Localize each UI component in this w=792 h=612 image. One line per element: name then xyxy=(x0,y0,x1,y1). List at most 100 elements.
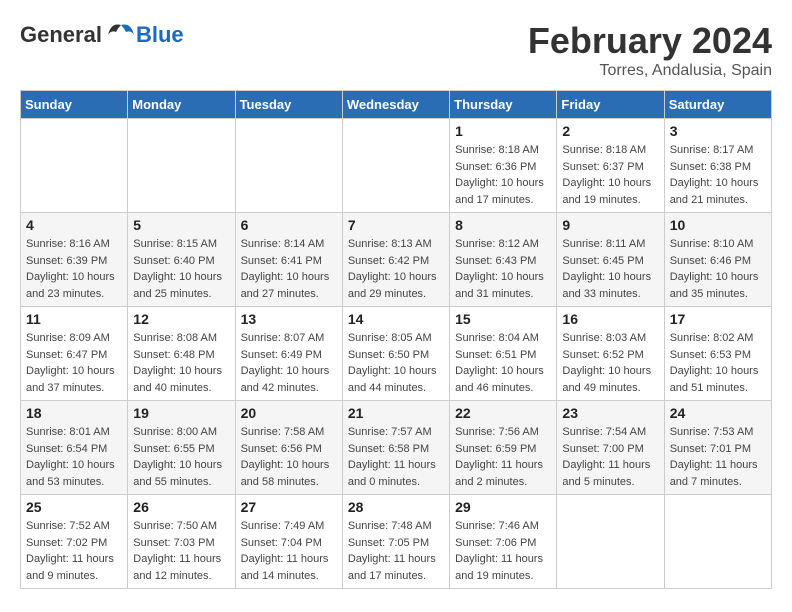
calendar-cell: 7 Sunrise: 8:13 AMSunset: 6:42 PMDaylight… xyxy=(342,213,449,307)
logo-blue-text: Blue xyxy=(136,22,184,48)
day-number: 21 xyxy=(348,405,444,421)
calendar-cell: 26 Sunrise: 7:50 AMSunset: 7:03 PMDayligh… xyxy=(128,495,235,589)
day-info: Sunrise: 8:14 AMSunset: 6:41 PMDaylight:… xyxy=(241,236,337,302)
calendar-cell: 11Sunrise: 8:09 AMSunset: 6:47 PMDayligh… xyxy=(21,307,128,401)
calendar-cell: 8 Sunrise: 8:12 AMSunset: 6:43 PMDaylight… xyxy=(450,213,557,307)
day-info: Sunrise: 8:18 AMSunset: 6:36 PMDaylight:… xyxy=(455,142,551,208)
calendar-cell: 24 Sunrise: 7:53 AMSunset: 7:01 PMDayligh… xyxy=(664,401,771,495)
calendar-cell: 21 Sunrise: 7:57 AMSunset: 6:58 PMDayligh… xyxy=(342,401,449,495)
week-row-3: 11Sunrise: 8:09 AMSunset: 6:47 PMDayligh… xyxy=(21,307,772,401)
day-number: 22 xyxy=(455,405,551,421)
logo-general-text: General xyxy=(20,22,102,48)
day-info: Sunrise: 8:18 AMSunset: 6:37 PMDaylight:… xyxy=(562,142,658,208)
calendar-cell: 3 Sunrise: 8:17 AMSunset: 6:38 PMDaylight… xyxy=(664,119,771,213)
calendar-cell xyxy=(557,495,664,589)
day-info: Sunrise: 8:13 AMSunset: 6:42 PMDaylight:… xyxy=(348,236,444,302)
calendar-cell: 17Sunrise: 8:02 AMSunset: 6:53 PMDayligh… xyxy=(664,307,771,401)
calendar-cell: 27 Sunrise: 7:49 AMSunset: 7:04 PMDayligh… xyxy=(235,495,342,589)
calendar-cell: 9Sunrise: 8:11 AMSunset: 6:45 PMDaylight… xyxy=(557,213,664,307)
day-number: 12 xyxy=(133,311,229,327)
day-number: 28 xyxy=(348,499,444,515)
day-number: 29 xyxy=(455,499,551,515)
day-number: 5 xyxy=(133,217,229,233)
calendar-cell: 10 Sunrise: 8:10 AMSunset: 6:46 PMDayligh… xyxy=(664,213,771,307)
calendar-cell: 1 Sunrise: 8:18 AMSunset: 6:36 PMDaylight… xyxy=(450,119,557,213)
day-number: 25 xyxy=(26,499,122,515)
day-number: 7 xyxy=(348,217,444,233)
calendar-cell xyxy=(128,119,235,213)
calendar-cell: 4 Sunrise: 8:16 AMSunset: 6:39 PMDaylight… xyxy=(21,213,128,307)
week-row-5: 25 Sunrise: 7:52 AMSunset: 7:02 PMDayligh… xyxy=(21,495,772,589)
calendar-cell: 15Sunrise: 8:04 AMSunset: 6:51 PMDayligh… xyxy=(450,307,557,401)
logo: General Blue xyxy=(20,20,184,50)
day-info: Sunrise: 8:16 AMSunset: 6:39 PMDaylight:… xyxy=(26,236,122,302)
calendar-cell xyxy=(664,495,771,589)
calendar-header-row: SundayMondayTuesdayWednesdayThursdayFrid… xyxy=(21,91,772,119)
calendar-cell: 20 Sunrise: 7:58 AMSunset: 6:56 PMDayligh… xyxy=(235,401,342,495)
day-number: 16 xyxy=(562,311,658,327)
day-number: 13 xyxy=(241,311,337,327)
day-number: 26 xyxy=(133,499,229,515)
day-info: Sunrise: 8:03 AMSunset: 6:52 PMDaylight:… xyxy=(562,330,658,396)
day-info: Sunrise: 7:54 AMSunset: 7:00 PMDaylight:… xyxy=(562,424,658,490)
day-number: 6 xyxy=(241,217,337,233)
day-number: 1 xyxy=(455,123,551,139)
day-info: Sunrise: 7:58 AMSunset: 6:56 PMDaylight:… xyxy=(241,424,337,490)
day-info: Sunrise: 8:09 AMSunset: 6:47 PMDaylight:… xyxy=(26,330,122,396)
day-info: Sunrise: 8:11 AMSunset: 6:45 PMDaylight:… xyxy=(562,236,658,302)
day-number: 18 xyxy=(26,405,122,421)
day-number: 20 xyxy=(241,405,337,421)
day-info: Sunrise: 7:48 AMSunset: 7:05 PMDaylight:… xyxy=(348,518,444,584)
calendar-cell: 6 Sunrise: 8:14 AMSunset: 6:41 PMDaylight… xyxy=(235,213,342,307)
day-number: 15 xyxy=(455,311,551,327)
day-number: 8 xyxy=(455,217,551,233)
day-number: 14 xyxy=(348,311,444,327)
day-info: Sunrise: 8:17 AMSunset: 6:38 PMDaylight:… xyxy=(670,142,766,208)
day-info: Sunrise: 8:00 AMSunset: 6:55 PMDaylight:… xyxy=(133,424,229,490)
calendar-cell: 25 Sunrise: 7:52 AMSunset: 7:02 PMDayligh… xyxy=(21,495,128,589)
day-info: Sunrise: 7:57 AMSunset: 6:58 PMDaylight:… xyxy=(348,424,444,490)
day-info: Sunrise: 7:53 AMSunset: 7:01 PMDaylight:… xyxy=(670,424,766,490)
day-header-thursday: Thursday xyxy=(450,91,557,119)
day-header-monday: Monday xyxy=(128,91,235,119)
day-number: 23 xyxy=(562,405,658,421)
calendar-cell: 2Sunrise: 8:18 AMSunset: 6:37 PMDaylight… xyxy=(557,119,664,213)
month-year-title: February 2024 xyxy=(528,20,772,62)
day-number: 4 xyxy=(26,217,122,233)
calendar-table: SundayMondayTuesdayWednesdayThursdayFrid… xyxy=(20,90,772,589)
day-header-friday: Friday xyxy=(557,91,664,119)
week-row-4: 18 Sunrise: 8:01 AMSunset: 6:54 PMDayligh… xyxy=(21,401,772,495)
calendar-cell: 19 Sunrise: 8:00 AMSunset: 6:55 PMDayligh… xyxy=(128,401,235,495)
day-number: 10 xyxy=(670,217,766,233)
day-info: Sunrise: 8:01 AMSunset: 6:54 PMDaylight:… xyxy=(26,424,122,490)
calendar-cell: 12Sunrise: 8:08 AMSunset: 6:48 PMDayligh… xyxy=(128,307,235,401)
day-number: 3 xyxy=(670,123,766,139)
day-header-wednesday: Wednesday xyxy=(342,91,449,119)
calendar-cell: 14 Sunrise: 8:05 AMSunset: 6:50 PMDayligh… xyxy=(342,307,449,401)
calendar-cell: 16 Sunrise: 8:03 AMSunset: 6:52 PMDayligh… xyxy=(557,307,664,401)
day-number: 24 xyxy=(670,405,766,421)
week-row-2: 4 Sunrise: 8:16 AMSunset: 6:39 PMDaylight… xyxy=(21,213,772,307)
calendar-cell: 28 Sunrise: 7:48 AMSunset: 7:05 PMDayligh… xyxy=(342,495,449,589)
day-info: Sunrise: 8:12 AMSunset: 6:43 PMDaylight:… xyxy=(455,236,551,302)
day-header-tuesday: Tuesday xyxy=(235,91,342,119)
title-area: February 2024 Torres, Andalusia, Spain xyxy=(528,20,772,80)
calendar-cell: 22 Sunrise: 7:56 AMSunset: 6:59 PMDayligh… xyxy=(450,401,557,495)
day-header-sunday: Sunday xyxy=(21,91,128,119)
day-info: Sunrise: 7:52 AMSunset: 7:02 PMDaylight:… xyxy=(26,518,122,584)
day-info: Sunrise: 7:50 AMSunset: 7:03 PMDaylight:… xyxy=(133,518,229,584)
calendar-cell: 29Sunrise: 7:46 AMSunset: 7:06 PMDayligh… xyxy=(450,495,557,589)
location-subtitle: Torres, Andalusia, Spain xyxy=(528,62,772,80)
day-info: Sunrise: 8:15 AMSunset: 6:40 PMDaylight:… xyxy=(133,236,229,302)
day-number: 27 xyxy=(241,499,337,515)
day-number: 19 xyxy=(133,405,229,421)
day-info: Sunrise: 8:02 AMSunset: 6:53 PMDaylight:… xyxy=(670,330,766,396)
calendar-cell: 13 Sunrise: 8:07 AMSunset: 6:49 PMDayligh… xyxy=(235,307,342,401)
day-info: Sunrise: 8:07 AMSunset: 6:49 PMDaylight:… xyxy=(241,330,337,396)
day-info: Sunrise: 7:56 AMSunset: 6:59 PMDaylight:… xyxy=(455,424,551,490)
calendar-cell xyxy=(342,119,449,213)
page-header: General Blue February 2024 Torres, Andal… xyxy=(20,20,772,80)
day-info: Sunrise: 8:10 AMSunset: 6:46 PMDaylight:… xyxy=(670,236,766,302)
day-info: Sunrise: 8:05 AMSunset: 6:50 PMDaylight:… xyxy=(348,330,444,396)
day-info: Sunrise: 7:49 AMSunset: 7:04 PMDaylight:… xyxy=(241,518,337,584)
